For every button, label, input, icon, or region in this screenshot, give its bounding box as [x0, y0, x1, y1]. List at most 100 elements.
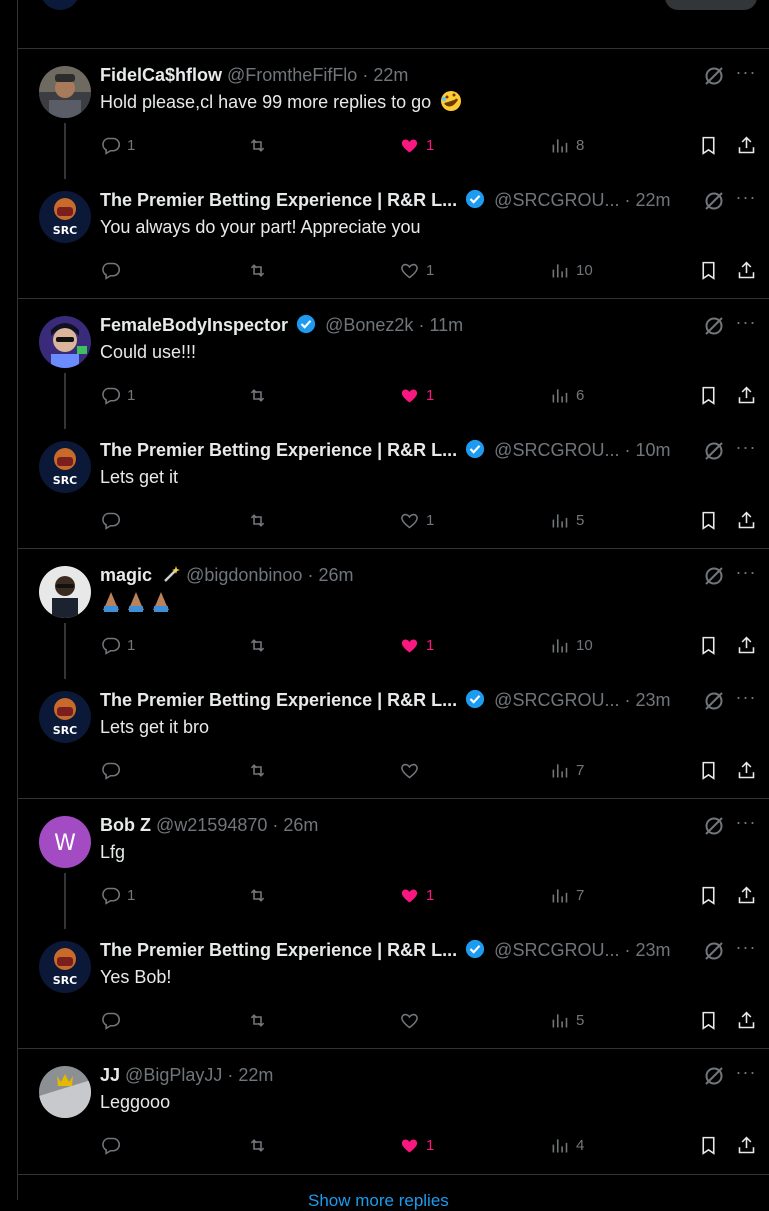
- share-button[interactable]: [736, 505, 757, 535]
- repost-button[interactable]: [247, 255, 268, 285]
- grok-icon[interactable]: [703, 940, 725, 962]
- author-name[interactable]: Bob Z: [100, 815, 151, 835]
- author-reply-tweet[interactable]: SRC The Premier Betting Experience | R&R…: [18, 174, 769, 299]
- author-reply-tweet[interactable]: SRC The Premier Betting Experience | R&R…: [18, 424, 769, 549]
- share-button[interactable]: [736, 755, 757, 785]
- bookmark-button[interactable]: [698, 255, 719, 285]
- repost-button[interactable]: [247, 380, 268, 410]
- reply-button[interactable]: 1: [100, 380, 135, 410]
- views-button[interactable]: 5: [549, 505, 584, 535]
- grok-icon[interactable]: [703, 315, 725, 337]
- author-handle[interactable]: @BigPlayJJ: [125, 1065, 222, 1085]
- bookmark-button[interactable]: [698, 1005, 719, 1035]
- reply-tweet[interactable]: W Bob Z @w21594870 · 26m ··· Lfg 1 1 7: [18, 799, 769, 929]
- share-button[interactable]: [736, 1130, 757, 1160]
- repost-button[interactable]: [247, 880, 268, 910]
- author-name[interactable]: The Premier Betting Experience | R&R L..…: [100, 440, 457, 460]
- timestamp[interactable]: 23m: [635, 690, 670, 710]
- more-options-icon[interactable]: ···: [735, 938, 757, 960]
- bookmark-button[interactable]: [698, 1130, 719, 1160]
- avatar[interactable]: [39, 66, 91, 118]
- timestamp[interactable]: 22m: [238, 1065, 273, 1085]
- more-options-icon[interactable]: ···: [735, 438, 757, 460]
- like-button[interactable]: 1: [399, 630, 434, 660]
- views-button[interactable]: 7: [549, 880, 584, 910]
- author-handle[interactable]: @SRCGROU...: [494, 940, 619, 960]
- like-button[interactable]: 1: [399, 880, 434, 910]
- author-reply-tweet[interactable]: SRC The Premier Betting Experience | R&R…: [18, 674, 769, 799]
- repost-button[interactable]: [247, 755, 268, 785]
- share-button[interactable]: [736, 380, 757, 410]
- author-name[interactable]: magic: [100, 565, 152, 585]
- bookmark-button[interactable]: [698, 755, 719, 785]
- share-button[interactable]: [736, 255, 757, 285]
- repost-button[interactable]: [247, 1005, 268, 1035]
- reply-button[interactable]: [100, 755, 127, 785]
- author-name[interactable]: The Premier Betting Experience | R&R L..…: [100, 690, 457, 710]
- grok-icon[interactable]: [703, 690, 725, 712]
- grok-icon[interactable]: [703, 565, 725, 587]
- grok-icon[interactable]: [703, 190, 725, 212]
- views-button[interactable]: 10: [549, 255, 593, 285]
- reply-tweet[interactable]: FidelCa$hflow @FromtheFifFlo · 22m ··· H…: [18, 49, 769, 179]
- share-button[interactable]: [736, 130, 757, 160]
- grok-icon[interactable]: [703, 815, 725, 837]
- author-name[interactable]: JJ: [100, 1065, 120, 1085]
- avatar[interactable]: [39, 1066, 91, 1118]
- author-handle[interactable]: @SRCGROU...: [494, 690, 619, 710]
- views-button[interactable]: 5: [549, 1005, 584, 1035]
- bookmark-button[interactable]: [698, 505, 719, 535]
- more-options-icon[interactable]: ···: [735, 313, 757, 335]
- bookmark-button[interactable]: [698, 880, 719, 910]
- reply-button[interactable]: [100, 505, 127, 535]
- views-button[interactable]: 7: [549, 755, 584, 785]
- timestamp[interactable]: 22m: [373, 65, 408, 85]
- like-button[interactable]: 1: [399, 380, 434, 410]
- like-button[interactable]: [399, 755, 426, 785]
- repost-button[interactable]: [247, 505, 268, 535]
- views-button[interactable]: 4: [549, 1130, 584, 1160]
- more-options-icon[interactable]: ···: [735, 1063, 757, 1085]
- timestamp[interactable]: 10m: [635, 440, 670, 460]
- author-handle[interactable]: @FromtheFifFlo: [227, 65, 357, 85]
- reply-tweet[interactable]: magic @bigdonbinoo · 26m ··· 1 1 10: [18, 549, 769, 679]
- reply-button[interactable]: [100, 1130, 127, 1160]
- author-handle[interactable]: @SRCGROU...: [494, 190, 619, 210]
- views-button[interactable]: 8: [549, 130, 584, 160]
- grok-icon[interactable]: [703, 65, 725, 87]
- author-handle[interactable]: @SRCGROU...: [494, 440, 619, 460]
- repost-button[interactable]: [247, 130, 268, 160]
- grok-icon[interactable]: [703, 440, 725, 462]
- avatar[interactable]: [39, 316, 91, 368]
- author-handle[interactable]: @bigdonbinoo: [186, 565, 302, 585]
- more-options-icon[interactable]: ···: [735, 813, 757, 835]
- author-name[interactable]: FidelCa$hflow: [100, 65, 222, 85]
- more-options-icon[interactable]: ···: [735, 563, 757, 585]
- share-button[interactable]: [736, 1005, 757, 1035]
- more-options-icon[interactable]: ···: [735, 188, 757, 210]
- timestamp[interactable]: 26m: [283, 815, 318, 835]
- author-reply-tweet[interactable]: SRC The Premier Betting Experience | R&R…: [18, 924, 769, 1049]
- more-options-icon[interactable]: ···: [735, 688, 757, 710]
- author-handle[interactable]: @Bonez2k: [325, 315, 413, 335]
- bookmark-button[interactable]: [698, 130, 719, 160]
- bookmark-button[interactable]: [698, 380, 719, 410]
- avatar[interactable]: W: [39, 816, 91, 868]
- reply-button[interactable]: 1: [100, 630, 135, 660]
- reply-button[interactable]: [100, 1005, 127, 1035]
- timestamp[interactable]: 26m: [318, 565, 353, 585]
- share-button[interactable]: [736, 630, 757, 660]
- reply-tweet[interactable]: FemaleBodyInspector @Bonez2k · 11m ··· C…: [18, 299, 769, 429]
- reply-button[interactable]: 1: [100, 880, 135, 910]
- like-button[interactable]: 1: [399, 130, 434, 160]
- timestamp[interactable]: 11m: [429, 315, 463, 335]
- like-button[interactable]: 1: [399, 1130, 434, 1160]
- repost-button[interactable]: [247, 1130, 268, 1160]
- repost-button[interactable]: [247, 630, 268, 660]
- like-button[interactable]: 1: [399, 255, 434, 285]
- avatar[interactable]: SRC: [39, 441, 91, 493]
- like-button[interactable]: [399, 1005, 426, 1035]
- reply-button[interactable]: [100, 255, 127, 285]
- views-button[interactable]: 10: [549, 630, 593, 660]
- timestamp[interactable]: 23m: [635, 940, 670, 960]
